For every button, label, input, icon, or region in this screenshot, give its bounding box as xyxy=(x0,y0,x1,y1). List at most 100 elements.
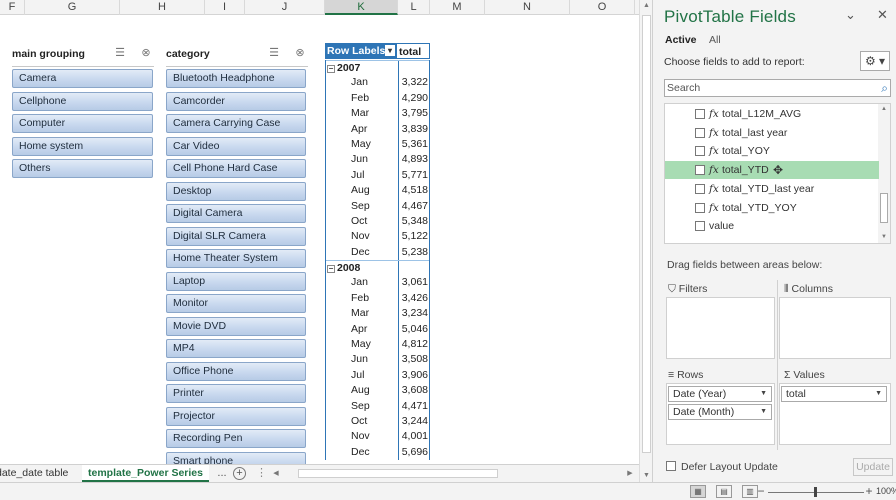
pane-options-chevron-icon[interactable]: ⌄ xyxy=(845,7,856,23)
total-value-cell[interactable]: 4,471 xyxy=(398,398,430,414)
slicer-main-grouping[interactable]: main grouping ☰ ⊗ Camera Cellphone Computer… xyxy=(12,46,154,208)
field-item-total-l12m-avg[interactable]: fx total_L12M_AVG xyxy=(665,105,879,123)
rows-field-dropdown[interactable]: Date (Year) ▼ xyxy=(668,386,772,402)
field-checkbox[interactable] xyxy=(695,183,705,194)
pivot-month-row[interactable]: May 5,361 xyxy=(326,136,429,153)
total-value-cell[interactable]: 5,348 xyxy=(398,213,430,230)
total-value-cell[interactable]: 5,122 xyxy=(398,229,430,245)
pivot-month-row[interactable]: Jan 3,061 xyxy=(326,275,429,291)
pivot-year-row[interactable]: −2008 xyxy=(326,260,430,276)
values-field-dropdown[interactable]: total ▼ xyxy=(781,386,887,402)
total-value-cell[interactable]: 3,839 xyxy=(398,121,430,137)
zoom-out-button[interactable]: − xyxy=(756,483,766,500)
column-header-h[interactable]: H xyxy=(120,0,205,15)
pivot-month-row[interactable]: Aug 4,518 xyxy=(326,183,429,199)
column-header-l[interactable]: L xyxy=(398,0,430,15)
scroll-thumb[interactable] xyxy=(642,15,651,453)
scroll-thumb[interactable] xyxy=(880,193,888,223)
worksheet-grid[interactable]: main grouping ☰ ⊗ Camera Cellphone Computer… xyxy=(0,15,639,464)
scroll-down-arrow-icon[interactable]: ▼ xyxy=(878,232,890,243)
slicer-item-movie-dvd[interactable]: Movie DVD xyxy=(166,316,306,336)
total-value-cell[interactable]: 3,426 xyxy=(398,290,430,307)
total-value-cell[interactable]: 3,244 xyxy=(398,413,430,430)
search-input[interactable]: Search ⌕ xyxy=(664,79,891,97)
collapse-minus-icon[interactable]: − xyxy=(327,65,335,73)
slicer-item-printer[interactable]: Printer xyxy=(166,384,306,403)
pivot-month-row[interactable]: Jun 4,893 xyxy=(326,152,429,168)
slicer-category[interactable]: category ☰ ⊗ Bluetooth Headphone Camcorder… xyxy=(166,46,308,464)
chevron-down-icon[interactable]: ▼ xyxy=(875,387,882,401)
pivot-month-row[interactable]: Jun 3,508 xyxy=(326,352,429,368)
total-value-cell[interactable]: 5,046 xyxy=(398,321,430,338)
field-item-total-ytd-last-year[interactable]: fx total_YTD_last year xyxy=(665,180,879,198)
pivot-month-row[interactable]: Apr 5,046 xyxy=(326,321,430,338)
gear-icon[interactable]: ⚙ ▾ xyxy=(860,51,890,71)
field-list[interactable]: ▲ ▼ fx total_L12M_AVG fx total_last year fx t… xyxy=(664,103,891,244)
pivot-month-row[interactable]: May 4,812 xyxy=(326,337,430,353)
column-header-j[interactable]: J xyxy=(245,0,325,15)
scroll-thumb[interactable] xyxy=(298,469,498,478)
total-value-cell[interactable] xyxy=(398,261,430,276)
total-value-cell[interactable]: 3,906 xyxy=(398,367,430,384)
slicer-item-digital-camera[interactable]: Digital Camera xyxy=(166,204,306,223)
pivot-month-row[interactable]: Nov 4,001 xyxy=(326,429,429,445)
pivot-month-row[interactable]: Sep 4,471 xyxy=(326,398,430,414)
slicer-item-home-system[interactable]: Home system xyxy=(12,136,153,156)
total-value-cell[interactable]: 3,795 xyxy=(398,106,430,122)
slicer-item-computer[interactable]: Computer xyxy=(12,114,153,133)
total-value-cell[interactable] xyxy=(398,61,430,76)
values-drop-area[interactable]: total ▼ xyxy=(779,383,891,445)
total-value-cell[interactable]: 3,322 xyxy=(398,75,430,91)
column-header-f[interactable]: F xyxy=(0,0,25,15)
sheet-tab-date-table[interactable]: date_date table xyxy=(0,465,74,482)
page-layout-view-icon[interactable]: ▤ xyxy=(716,485,732,498)
slicer-item-cellphone[interactable]: Cellphone xyxy=(12,91,153,111)
scroll-left-arrow-icon[interactable]: ◀ xyxy=(270,467,282,480)
field-item-total-ytd-yoy[interactable]: fx total_YTD_YOY xyxy=(665,199,879,217)
field-checkbox[interactable] xyxy=(695,165,705,176)
slicer-item-home-theater-system[interactable]: Home Theater System xyxy=(166,249,306,268)
field-checkbox[interactable] xyxy=(695,221,705,232)
slicer-item-car-video[interactable]: Car Video xyxy=(166,136,306,156)
total-value-cell[interactable]: 4,290 xyxy=(398,90,430,107)
search-icon[interactable]: ⌕ xyxy=(881,81,888,96)
scroll-up-arrow-icon[interactable]: ▲ xyxy=(878,104,890,115)
column-header-i[interactable]: I xyxy=(205,0,245,15)
filters-drop-area[interactable] xyxy=(666,297,775,359)
pivot-month-row[interactable]: Feb 4,290 xyxy=(326,90,430,107)
slicer-item-monitor[interactable]: Monitor xyxy=(166,294,306,313)
rows-drop-area[interactable]: Date (Year) ▼ Date (Month) ▼ xyxy=(666,383,775,445)
more-sheets-button[interactable]: ... xyxy=(214,465,230,481)
slicer-item-camera[interactable]: Camera xyxy=(12,69,153,88)
tab-splitter-handle[interactable]: ⋮ xyxy=(256,465,267,481)
pivot-month-row[interactable]: Dec 5,238 xyxy=(326,244,429,261)
sheet-horizontal-scrollbar[interactable]: ◀ ▶ xyxy=(270,467,636,480)
field-list-scrollbar[interactable]: ▲ ▼ xyxy=(878,104,890,243)
add-sheet-icon[interactable]: + xyxy=(233,467,246,480)
pivot-month-row[interactable]: Mar 3,795 xyxy=(326,106,430,122)
filter-dropdown-icon[interactable]: ▾ xyxy=(385,45,395,56)
pivot-month-row[interactable]: Feb 3,426 xyxy=(326,290,430,307)
pivot-month-row[interactable]: Oct 5,348 xyxy=(326,213,430,230)
slicer-item-others[interactable]: Others xyxy=(12,159,153,178)
scroll-right-arrow-icon[interactable]: ▶ xyxy=(624,467,636,480)
pivot-month-row[interactable]: Apr 3,839 xyxy=(326,121,430,137)
zoom-slider-thumb[interactable] xyxy=(814,487,817,497)
multi-select-icon[interactable]: ☰ xyxy=(266,46,282,60)
total-value-cell[interactable]: 3,608 xyxy=(398,383,430,399)
pivot-year-row[interactable]: −2007 xyxy=(326,60,430,76)
pivot-month-row[interactable]: Jul 3,906 xyxy=(326,367,430,384)
total-value-cell[interactable]: 4,812 xyxy=(398,337,430,353)
column-header-o[interactable]: O xyxy=(570,0,635,15)
total-value-cell[interactable]: 3,234 xyxy=(398,306,430,322)
pivot-month-row[interactable]: Dec 5,696 xyxy=(326,444,429,461)
clear-filter-icon[interactable]: ⊗ xyxy=(292,46,308,60)
close-icon[interactable]: ✕ xyxy=(877,7,888,23)
slicer-item-camera-carrying-case[interactable]: Camera Carrying Case xyxy=(166,114,306,133)
slicer-item-laptop[interactable]: Laptop xyxy=(166,271,306,291)
pivot-month-row[interactable]: Jan 3,322 xyxy=(326,75,430,91)
multi-select-icon[interactable]: ☰ xyxy=(112,46,128,60)
field-checkbox[interactable] xyxy=(695,109,705,119)
slicer-item-digital-slr-camera[interactable]: Digital SLR Camera xyxy=(166,226,306,246)
collapse-minus-icon[interactable]: − xyxy=(327,265,335,274)
